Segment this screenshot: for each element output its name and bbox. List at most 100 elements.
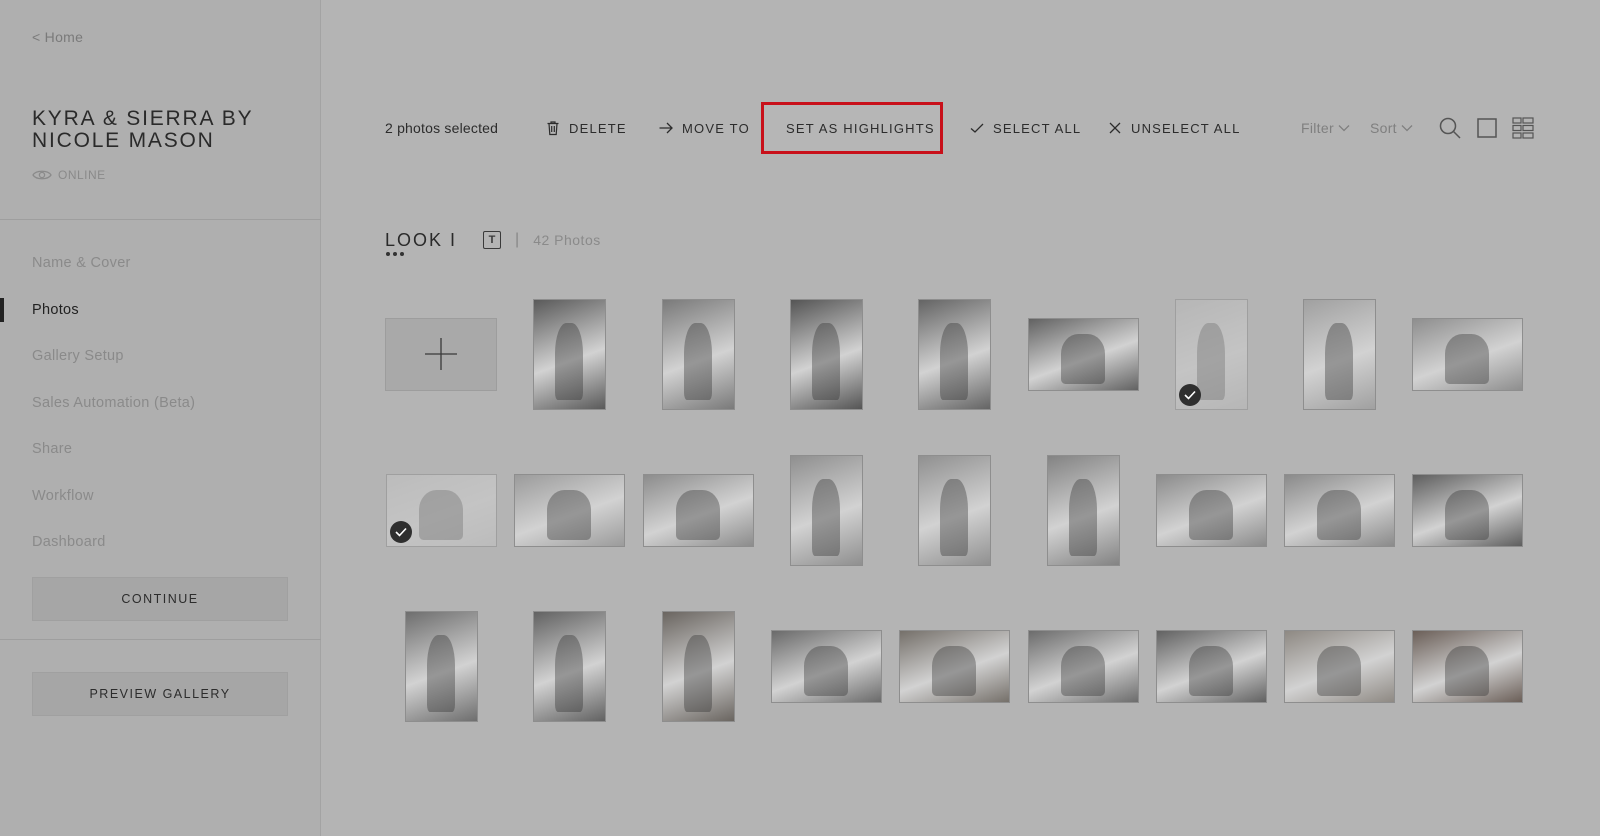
set-as-highlights-button[interactable]: SET AS HIGHLIGHTS	[761, 102, 943, 154]
photo-tile[interactable]	[1283, 298, 1395, 410]
back-home-link[interactable]: < Home	[32, 29, 83, 45]
photo-thumbnail	[1046, 454, 1120, 566]
check-icon	[970, 123, 984, 133]
status-label: ONLINE	[58, 168, 106, 182]
photo-tile[interactable]	[770, 298, 882, 410]
photo-tile[interactable]	[513, 610, 625, 722]
add-photo-button[interactable]	[385, 298, 497, 410]
more-options-icon[interactable]	[386, 252, 408, 260]
select-all-button[interactable]: SELECT ALL	[969, 102, 1081, 154]
photo-thumbnail	[1411, 629, 1523, 703]
photo-tile[interactable]	[1155, 298, 1267, 410]
photo-tile[interactable]	[1027, 610, 1139, 722]
photo-subject	[1445, 490, 1489, 540]
photo-thumbnail	[1283, 629, 1395, 703]
photo-tile[interactable]	[642, 454, 754, 566]
photo-subject	[1317, 490, 1361, 540]
add-photo-tile	[385, 317, 497, 391]
photo-subject	[676, 490, 720, 540]
eye-icon	[32, 170, 52, 180]
photo-tile[interactable]	[770, 454, 882, 566]
chevron-down-icon	[1401, 125, 1413, 132]
photo-subject	[1068, 479, 1098, 556]
gallery-status: ONLINE	[32, 168, 106, 182]
delete-button[interactable]: DELETE	[545, 102, 627, 154]
photo-tile[interactable]	[1283, 454, 1395, 566]
set-title[interactable]: LOOK I	[385, 230, 457, 251]
photo-thumbnail	[404, 610, 478, 722]
photo-thumbnail	[789, 454, 863, 566]
sort-dropdown[interactable]: Sort	[1370, 102, 1413, 154]
photo-tile[interactable]	[642, 298, 754, 410]
preview-gallery-button[interactable]: PREVIEW GALLERY	[32, 672, 288, 716]
search-icon[interactable]	[1438, 116, 1462, 140]
selected-check-icon[interactable]	[389, 520, 412, 543]
separator: |	[515, 231, 520, 248]
sidebar-item-dashboard[interactable]: Dashboard	[0, 519, 321, 566]
sidebar-item-photos[interactable]: Photos	[0, 287, 321, 334]
divider	[0, 219, 321, 220]
sidebar: < Home KYRA & SIERRA BY NICOLE MASON ONL…	[0, 0, 321, 836]
photo-subject	[683, 323, 713, 400]
delete-label: DELETE	[569, 120, 627, 136]
photo-thumbnail	[661, 298, 735, 410]
filter-dropdown[interactable]: Filter	[1301, 102, 1350, 154]
text-format-icon[interactable]: T	[483, 231, 502, 249]
filter-label: Filter	[1301, 120, 1334, 136]
photo-subject	[1189, 490, 1233, 540]
photo-subject	[811, 479, 841, 556]
photo-subject	[939, 323, 969, 400]
photo-subject	[426, 635, 456, 712]
sidebar-item-gallery-setup[interactable]: Gallery Setup	[0, 333, 321, 380]
photo-thumbnail	[1283, 473, 1395, 547]
unselect-all-button[interactable]: UNSELECT ALL	[1107, 102, 1241, 154]
photo-tile[interactable]	[642, 610, 754, 722]
sidebar-item-share[interactable]: Share	[0, 426, 321, 473]
photo-thumbnail	[917, 298, 991, 410]
photo-tile[interactable]	[1411, 298, 1523, 410]
photo-subject	[1445, 334, 1489, 384]
gallery-title: KYRA & SIERRA BY NICOLE MASON	[32, 107, 253, 152]
move-to-label: MOVE TO	[682, 120, 750, 136]
selection-toolbar: 2 photos selected DELETE MOVE TO SET AS …	[385, 102, 1540, 154]
photo-thumbnail	[642, 473, 754, 547]
photo-tile[interactable]	[770, 610, 882, 722]
photo-tile[interactable]	[1283, 610, 1395, 722]
continue-button[interactable]: CONTINUE	[32, 577, 288, 621]
photo-tile[interactable]	[1411, 454, 1523, 566]
photo-thumbnail	[532, 610, 606, 722]
photo-tile[interactable]	[513, 454, 625, 566]
selection-overlay	[1175, 299, 1248, 410]
select-all-label: SELECT ALL	[993, 120, 1082, 136]
photo-tile[interactable]	[1411, 610, 1523, 722]
photo-tile[interactable]	[1155, 610, 1267, 722]
photo-subject	[683, 635, 713, 712]
chevron-down-icon	[1338, 125, 1350, 132]
photo-tile[interactable]	[1027, 298, 1139, 410]
photo-tile[interactable]	[1027, 454, 1139, 566]
single-view-icon[interactable]	[1475, 116, 1499, 140]
photo-tile[interactable]	[898, 298, 1010, 410]
photo-tile[interactable]	[385, 610, 497, 722]
photo-thumbnail	[1411, 473, 1523, 547]
photo-subject	[1317, 646, 1361, 696]
sidebar-item-name-cover[interactable]: Name & Cover	[0, 240, 321, 287]
photo-subject	[811, 323, 841, 400]
photo-subject	[1061, 334, 1105, 384]
selected-check-icon[interactable]	[1178, 383, 1201, 406]
photo-tile[interactable]	[1155, 454, 1267, 566]
sidebar-item-workflow[interactable]: Workflow	[0, 473, 321, 520]
grid-view-icon[interactable]	[1511, 116, 1535, 140]
photo-thumbnail	[661, 610, 735, 722]
photo-tile[interactable]	[385, 454, 497, 566]
photo-tile[interactable]	[898, 454, 1010, 566]
photo-tile[interactable]	[513, 298, 625, 410]
sort-label: Sort	[1370, 120, 1397, 136]
sidebar-item-sales-automation[interactable]: Sales Automation (Beta)	[0, 380, 321, 427]
photo-tile[interactable]	[898, 610, 1010, 722]
photo-thumbnail	[898, 629, 1010, 703]
set-header: LOOK I T | 42 Photos	[385, 225, 601, 255]
photo-thumbnail	[917, 454, 991, 566]
photo-thumbnail	[1155, 629, 1267, 703]
move-to-button[interactable]: MOVE TO	[658, 102, 750, 154]
